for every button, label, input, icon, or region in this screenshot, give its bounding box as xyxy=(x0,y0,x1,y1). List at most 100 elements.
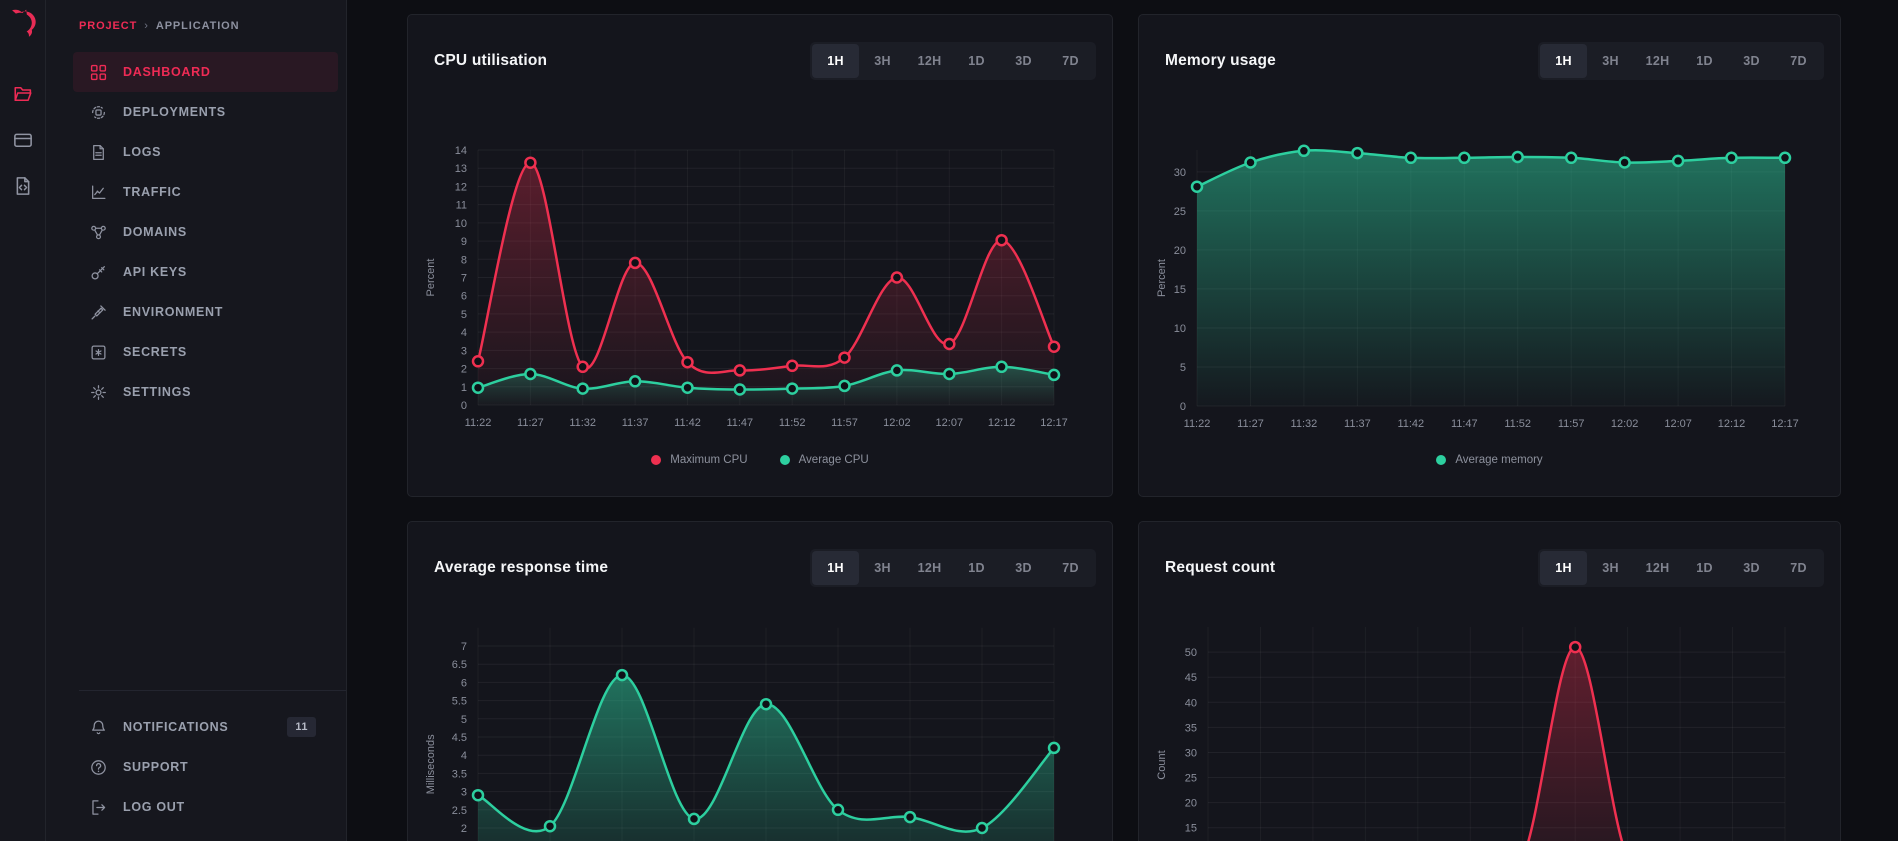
svg-text:20: 20 xyxy=(1185,798,1197,810)
sidebar-item-settings[interactable]: SETTINGS xyxy=(73,372,338,412)
sidebar-item-traffic[interactable]: TRAFFIC xyxy=(73,172,338,212)
sidebar-item-label: SETTINGS xyxy=(123,385,191,399)
svg-text:35: 35 xyxy=(1185,722,1197,734)
svg-text:12:17: 12:17 xyxy=(1040,417,1068,429)
app-window: PROJECT›APPLICATION DASHBOARD DEPLOYMENT… xyxy=(0,0,1898,841)
time-range-button-12h[interactable]: 12H xyxy=(906,44,953,78)
time-range-button-3d[interactable]: 3D xyxy=(1728,551,1775,585)
svg-text:Percent: Percent xyxy=(1156,259,1168,297)
card-header: Request count 1H3H12H1D3D7D xyxy=(1139,522,1840,614)
time-range-button-1d[interactable]: 1D xyxy=(953,551,1000,585)
time-range-button-1d[interactable]: 1D xyxy=(1681,44,1728,78)
nest-logo[interactable] xyxy=(6,7,39,40)
time-range-button-12h[interactable]: 12H xyxy=(906,551,953,585)
legend-item-average-cpu[interactable]: Average CPU xyxy=(780,454,869,466)
svg-text:11:32: 11:32 xyxy=(1291,418,1318,430)
time-range-group: 1H3H12H1D3D7D xyxy=(810,549,1096,587)
card-header: Memory usage 1H3H12H1D3D7D xyxy=(1139,15,1840,107)
time-range-button-3d[interactable]: 3D xyxy=(1000,44,1047,78)
billing-card-icon[interactable] xyxy=(13,130,33,150)
projects-folder-icon[interactable] xyxy=(13,84,33,104)
legend-item-maximum-cpu[interactable]: Maximum CPU xyxy=(651,454,747,466)
time-range-button-7d[interactable]: 7D xyxy=(1047,44,1094,78)
card-header: CPU utilisation 1H3H12H1D3D7D xyxy=(408,15,1112,107)
time-range-button-3h[interactable]: 3H xyxy=(1587,44,1634,78)
time-range-button-1h[interactable]: 1H xyxy=(1540,551,1587,585)
legend-dot-red xyxy=(651,455,661,465)
request-count-chart[interactable]: 1520253035404550Count xyxy=(1139,614,1840,841)
time-range-button-3h[interactable]: 3H xyxy=(859,551,906,585)
key-icon xyxy=(90,264,107,281)
card-cpu-utilisation: CPU utilisation 1H3H12H1D3D7D 0123456789… xyxy=(407,14,1113,497)
chart-legend: Maximum CPU Average CPU xyxy=(408,454,1112,466)
time-range-button-1d[interactable]: 1D xyxy=(1681,551,1728,585)
svg-text:15: 15 xyxy=(1185,823,1197,835)
time-range-button-12h[interactable]: 12H xyxy=(1634,551,1681,585)
sidebar-item-label: LOGS xyxy=(123,145,161,159)
sidebar-item-secrets[interactable]: SECRETS xyxy=(73,332,338,372)
sidebar-item-logs[interactable]: LOGS xyxy=(73,132,338,172)
time-range-button-3h[interactable]: 3H xyxy=(859,44,906,78)
sidebar-item-dashboard[interactable]: DASHBOARD xyxy=(73,52,338,92)
icon-rail xyxy=(0,0,46,841)
time-range-button-12h[interactable]: 12H xyxy=(1634,44,1681,78)
svg-text:25: 25 xyxy=(1185,773,1197,785)
sidebar-item-notifications[interactable]: NOTIFICATIONS 11 xyxy=(73,707,338,747)
time-range-button-1h[interactable]: 1H xyxy=(812,551,859,585)
time-range-button-1h[interactable]: 1H xyxy=(1540,44,1587,78)
time-range-button-7d[interactable]: 7D xyxy=(1775,551,1822,585)
svg-text:12: 12 xyxy=(455,181,467,193)
svg-text:10: 10 xyxy=(455,218,467,230)
card-title: Memory usage xyxy=(1165,52,1276,70)
svg-text:11:42: 11:42 xyxy=(1397,418,1424,430)
sidebar-item-support[interactable]: SUPPORT xyxy=(73,747,338,787)
svg-text:11:47: 11:47 xyxy=(1451,418,1478,430)
time-range-button-7d[interactable]: 7D xyxy=(1775,44,1822,78)
time-range-button-1d[interactable]: 1D xyxy=(953,44,1000,78)
svg-text:12:02: 12:02 xyxy=(883,417,911,429)
breadcrumb-application[interactable]: APPLICATION xyxy=(156,20,240,32)
time-range-button-3h[interactable]: 3H xyxy=(1587,551,1634,585)
sidebar-item-domains[interactable]: DOMAINS xyxy=(73,212,338,252)
svg-text:11:52: 11:52 xyxy=(1504,418,1531,430)
time-range-button-7d[interactable]: 7D xyxy=(1047,551,1094,585)
time-range-group: 1H3H12H1D3D7D xyxy=(1538,42,1824,80)
legend-label: Average memory xyxy=(1455,454,1542,466)
svg-text:40: 40 xyxy=(1185,697,1197,709)
sidebar-item-label: SUPPORT xyxy=(123,760,188,774)
svg-text:11:57: 11:57 xyxy=(1558,418,1585,430)
svg-text:7: 7 xyxy=(461,273,467,285)
sidebar-item-api-keys[interactable]: API KEYS xyxy=(73,252,338,292)
svg-text:0: 0 xyxy=(1180,401,1186,413)
sidebar-item-label: NOTIFICATIONS xyxy=(123,720,228,734)
svg-text:10: 10 xyxy=(1174,323,1186,335)
legend-dot-teal xyxy=(1436,455,1446,465)
card-header: Average response time 1H3H12H1D3D7D xyxy=(408,522,1112,614)
card-title: Request count xyxy=(1165,559,1275,577)
memory-usage-chart[interactable]: 05101520253011:2211:2711:3211:3711:4211:… xyxy=(1139,107,1840,437)
sidebar-item-deployments[interactable]: DEPLOYMENTS xyxy=(73,92,338,132)
time-range-button-3d[interactable]: 3D xyxy=(1728,44,1775,78)
code-file-icon[interactable] xyxy=(13,176,33,196)
breadcrumb[interactable]: PROJECT›APPLICATION xyxy=(79,20,239,32)
legend-label: Maximum CPU xyxy=(670,454,747,466)
time-range-button-1h[interactable]: 1H xyxy=(812,44,859,78)
sidebar-item-log-out[interactable]: LOG OUT xyxy=(73,787,338,827)
log-out-icon xyxy=(90,799,107,816)
svg-text:11:37: 11:37 xyxy=(622,417,649,429)
sidebar: PROJECT›APPLICATION DASHBOARD DEPLOYMENT… xyxy=(46,0,347,841)
svg-text:5: 5 xyxy=(1180,362,1186,374)
time-range-button-3d[interactable]: 3D xyxy=(1000,551,1047,585)
secrets-box-icon xyxy=(90,344,107,361)
breadcrumb-project[interactable]: PROJECT xyxy=(79,20,137,32)
svg-text:9: 9 xyxy=(461,236,467,248)
svg-text:1: 1 xyxy=(461,382,467,394)
svg-text:4: 4 xyxy=(461,327,467,339)
time-range-group: 1H3H12H1D3D7D xyxy=(810,42,1096,80)
legend-item-average-memory[interactable]: Average memory xyxy=(1436,454,1542,466)
sidebar-item-environment[interactable]: ENVIRONMENT xyxy=(73,292,338,332)
cpu-utilisation-chart[interactable]: 0123456789101112131411:2211:2711:3211:37… xyxy=(408,107,1112,437)
time-range-group: 1H3H12H1D3D7D xyxy=(1538,549,1824,587)
notifications-badge: 11 xyxy=(287,717,316,737)
average-response-time-chart[interactable]: 22.533.544.555.566.57Milliseconds xyxy=(408,614,1112,841)
